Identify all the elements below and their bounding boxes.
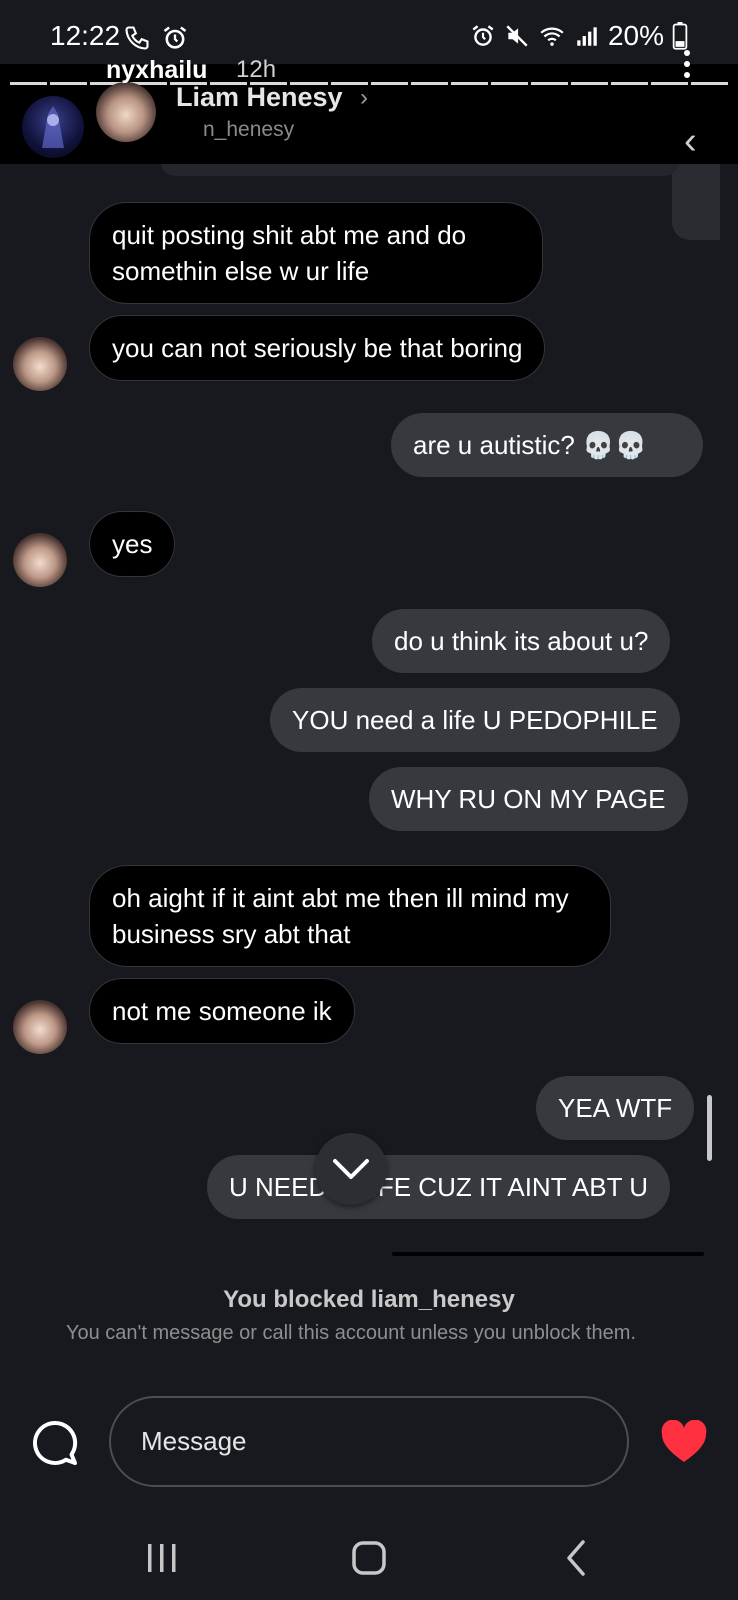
message-bubble[interactable]: yes [89,511,176,577]
status-bar: 12:22 20% [0,0,738,64]
home-icon[interactable] [347,1538,391,1578]
avatar[interactable] [13,337,67,391]
story-progress-segment [651,82,689,85]
avatar[interactable] [13,1000,67,1054]
message-bubble[interactable]: do u think its about u? [372,609,671,673]
message-bubble[interactable]: are u autistic? 💀💀 [391,413,703,477]
story-progress-segment [530,82,568,85]
more-options-icon[interactable] [684,50,690,78]
message-bubble[interactable]: you can not seriously be that boring [89,315,546,381]
status-right-icons: 20% [470,20,688,52]
status-left-icons [123,24,189,52]
story-progress-segment [410,82,448,85]
message-bubble[interactable]: YOU need a life U PEDOPHILE [270,688,680,752]
story-progress-segment [10,82,48,85]
chevron-left-icon[interactable]: ‹ [684,120,697,163]
story-avatar[interactable] [22,96,84,158]
alarm-icon [472,25,494,46]
message-bubble[interactable]: U NEED A LIFE CUZ IT AINT ABT U [207,1155,671,1219]
blocked-title: You blocked liam_henesy [223,1286,515,1313]
chevron-right-icon: › [360,84,368,111]
battery-percent: 20% [607,20,664,51]
phone-call-icon [125,26,149,50]
message-bubble[interactable]: quit posting shit abt me and do somethin… [89,202,543,304]
heart-icon[interactable] [660,1420,708,1464]
battery-icon [672,22,688,50]
story-progress-segment [570,82,608,85]
chat-bubble-icon[interactable] [30,1418,80,1468]
message-bubble[interactable]: not me someone ik [89,978,355,1044]
wifi-icon [540,27,564,46]
message-bubble[interactable]: WHY RU ON MY PAGE [369,767,688,831]
story-progress-segment [490,82,528,85]
chevron-down-icon [333,1159,369,1179]
avatar[interactable] [13,533,67,587]
story-progress-segment [50,82,88,85]
chat-header-avatar[interactable] [96,82,156,142]
story-progress-segment [370,82,408,85]
alarm-icon [163,26,187,49]
chat-header-handle: n_henesy [203,118,295,141]
signal-icon [577,27,597,46]
story-progress-segment [610,82,648,85]
recents-icon[interactable] [140,1538,184,1578]
story-progress-segment [691,82,729,85]
message-bubble[interactable]: YEA WTF [536,1076,695,1140]
story-progress-segment [450,82,488,85]
scrollbar[interactable] [707,1095,712,1161]
story-username[interactable]: nyxhailu [106,56,207,85]
back-icon[interactable] [555,1538,599,1578]
status-time: 12:22 [50,20,121,51]
story-time: 12h [236,56,277,83]
mute-icon [506,25,528,47]
message-text: are u autistic? 💀💀 [413,430,647,460]
message-input[interactable] [109,1396,629,1487]
divider [392,1252,704,1256]
blocked-subtitle: You can't message or call this account u… [65,1322,637,1344]
message-bubble[interactable]: oh aight if it aint abt me then ill mind… [89,865,611,967]
chat-header-name[interactable]: Liam Henesy [176,82,343,113]
scroll-to-bottom-button[interactable] [315,1133,387,1205]
